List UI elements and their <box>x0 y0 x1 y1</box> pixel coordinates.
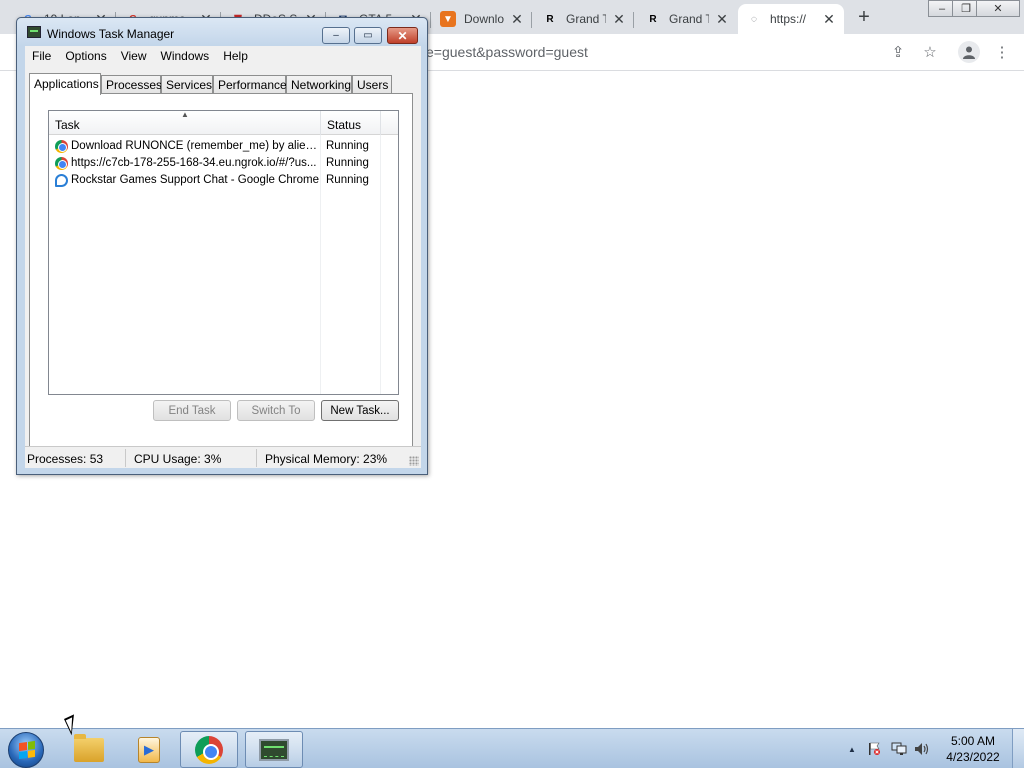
resize-grip-icon[interactable] <box>409 456 419 466</box>
browser-close-button[interactable]: ✕ <box>976 0 1020 17</box>
task-list[interactable]: Task ▲ Status Download RUNONCE (remember… <box>48 110 399 395</box>
task-list-header: Task ▲ Status <box>49 110 398 135</box>
media-player-icon: ▶ <box>138 736 160 763</box>
tab-processes[interactable]: Processes <box>101 75 162 94</box>
column-header-status[interactable]: Status <box>321 111 381 135</box>
profile-avatar-icon[interactable] <box>958 41 980 63</box>
download-site-icon: ▼ <box>440 11 456 27</box>
task-name: Download RUNONCE (remember_me) by alienm… <box>71 140 319 152</box>
tab-close-icon[interactable]: ✕ <box>822 11 836 28</box>
loading-icon: ◌ <box>751 13 757 25</box>
status-cpu-usage: CPU Usage: 3% <box>134 452 222 466</box>
clock-date: 4/23/2022 <box>946 750 1000 764</box>
bookmark-star-icon[interactable]: ☆ <box>920 42 940 62</box>
network-icon[interactable] <box>891 741 907 757</box>
task-status: Running <box>326 174 369 186</box>
menu-help[interactable]: Help <box>216 46 255 68</box>
chat-icon <box>55 174 68 187</box>
tab-close-icon[interactable]: ✕ <box>612 11 626 28</box>
browser-tab[interactable]: ▼ Downlo ✕ <box>432 4 532 34</box>
flag-icon <box>869 742 880 755</box>
tab-applications[interactable]: Applications <box>29 73 101 95</box>
status-physical-memory: Physical Memory: 23% <box>265 452 388 466</box>
task-manager-client: File Options View Windows Help Applicati… <box>25 46 421 468</box>
action-center-flag-icon[interactable] <box>866 741 882 757</box>
show-desktop-button[interactable] <box>1012 729 1024 768</box>
tab-title: Grand T <box>669 12 709 26</box>
window-title: Windows Task Manager <box>47 27 175 41</box>
task-manager-icon <box>259 738 289 761</box>
menu-file[interactable]: File <box>25 46 58 68</box>
clock-time: 5:00 AM <box>950 734 996 748</box>
column-header-task-label: Task <box>55 118 80 132</box>
minimize-button[interactable]: – <box>322 27 350 44</box>
tab-close-icon[interactable]: ✕ <box>715 11 729 28</box>
task-name: https://c7cb-178-255-168-34.eu.ngrok.io/… <box>71 157 317 169</box>
menu-windows[interactable]: Windows <box>154 46 217 68</box>
status-bar: Processes: 53 CPU Usage: 3% Physical Mem… <box>25 446 421 468</box>
tab-users[interactable]: Users <box>352 75 392 94</box>
chrome-icon <box>195 735 223 764</box>
tab-title: https:// <box>770 12 807 26</box>
menu-bar: File Options View Windows Help <box>25 46 421 68</box>
show-hidden-icons-button[interactable]: ▲ <box>844 741 860 757</box>
applications-panel: Task ▲ Status Download RUNONCE (remember… <box>29 93 413 456</box>
tab-title: Grand T <box>566 12 606 26</box>
browser-tab[interactable]: R Grand T ✕ <box>534 4 634 34</box>
taskbar-explorer[interactable] <box>60 731 118 768</box>
menu-view[interactable]: View <box>114 46 154 68</box>
status-processes: Processes: 53 <box>27 452 104 466</box>
taskbar-media-player[interactable]: ▶ <box>120 731 178 768</box>
task-row[interactable]: Download RUNONCE (remember_me) by alienm… <box>53 138 393 155</box>
speaker-icon <box>915 743 929 755</box>
share-icon[interactable]: ⇪ <box>888 42 908 62</box>
tab-close-icon[interactable]: ✕ <box>510 11 524 28</box>
status-divider <box>125 449 126 467</box>
task-manager-window: Windows Task Manager – ▭ ✕ File Options … <box>16 17 428 475</box>
person-icon <box>963 46 975 59</box>
tab-performance[interactable]: Performance <box>213 75 287 94</box>
folder-icon <box>74 733 104 762</box>
close-button[interactable]: ✕ <box>387 27 418 44</box>
system-clock[interactable]: 5:00 AM 4/23/2022 <box>940 733 1006 765</box>
end-task-button[interactable]: End Task <box>153 400 231 421</box>
chrome-icon <box>55 157 68 170</box>
taskbar: ▶ ▲ 5:00 AM 4/23/2022 <box>0 728 1024 768</box>
new-tab-button[interactable]: + <box>852 6 876 30</box>
sort-ascending-icon: ▲ <box>181 110 189 119</box>
task-status: Running <box>326 157 369 169</box>
new-task-button[interactable]: New Task... <box>321 400 399 421</box>
task-name: Rockstar Games Support Chat - Google Chr… <box>71 174 319 186</box>
status-divider <box>256 449 257 467</box>
tab-title: Downlo <box>464 12 504 26</box>
task-row[interactable]: https://c7cb-178-255-168-34.eu.ngrok.io/… <box>53 155 393 172</box>
rockstar-icon: R <box>546 13 554 25</box>
column-header-task[interactable]: Task ▲ <box>49 110 321 135</box>
address-bar-text[interactable]: e=guest&password=guest <box>426 44 588 60</box>
volume-icon[interactable] <box>914 741 930 757</box>
title-bar[interactable]: Windows Task Manager – ▭ ✕ <box>17 18 427 46</box>
monitor-icon <box>891 742 907 755</box>
task-status: Running <box>326 140 369 152</box>
switch-to-button[interactable]: Switch To <box>237 400 315 421</box>
windows-logo-icon <box>19 740 35 760</box>
taskbar-task-manager[interactable] <box>245 731 303 768</box>
maximize-button[interactable]: ▭ <box>354 27 382 44</box>
taskbar-chrome[interactable] <box>180 731 238 768</box>
more-menu-icon[interactable]: ⋮ <box>992 42 1012 62</box>
browser-tab[interactable]: R Grand T ✕ <box>637 4 737 34</box>
tab-networking[interactable]: Networking <box>286 75 352 94</box>
task-manager-icon <box>27 26 41 38</box>
rockstar-icon: R <box>649 13 657 25</box>
chrome-icon <box>55 140 68 153</box>
menu-options[interactable]: Options <box>58 46 113 68</box>
tab-services[interactable]: Services <box>161 75 213 94</box>
task-row[interactable]: Rockstar Games Support Chat - Google Chr… <box>53 172 393 189</box>
start-button[interactable] <box>8 732 44 768</box>
browser-tab-active[interactable]: ◌ https:// ✕ <box>738 4 844 34</box>
